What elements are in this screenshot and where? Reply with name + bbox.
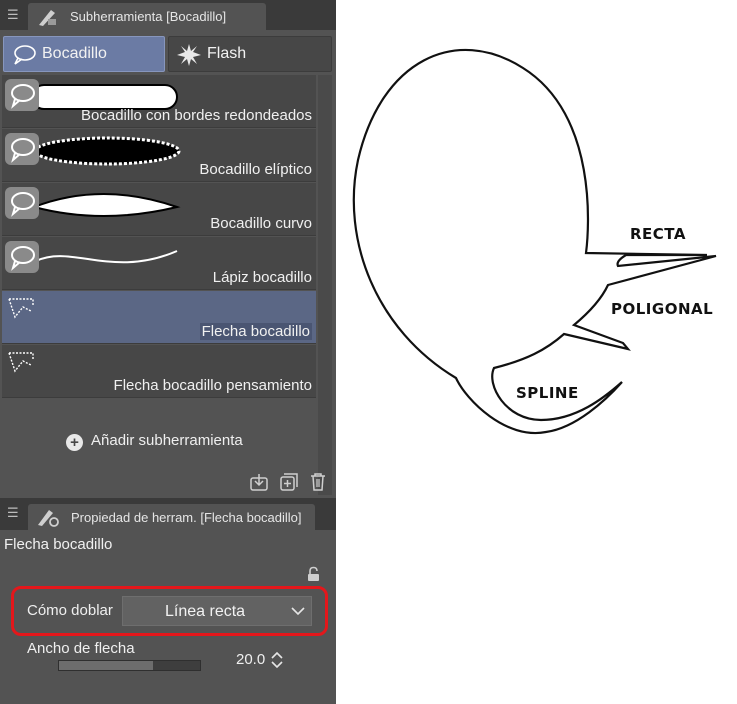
balloon-tail-icon <box>8 352 34 373</box>
add-subtool-label: Añadir subherramienta <box>91 432 243 449</box>
subtool-item-label: Bocadillo curvo <box>210 215 312 232</box>
subtool-tab-title: Subherramienta [Bocadillo] <box>70 9 227 24</box>
subtool-item-label: Bocadillo con bordes redondeados <box>81 107 312 124</box>
bend-method-value: Línea recta <box>165 603 246 620</box>
add-subtool-button[interactable]: + Añadir subherramienta <box>66 432 243 451</box>
property-tab[interactable]: Propiedad de herram. [Flecha bocadillo] <box>28 504 315 530</box>
subtool-item-label: Flecha bocadillo pensamiento <box>113 377 312 394</box>
menu-icon[interactable]: ☰ <box>7 505 21 521</box>
balloon-tail-icon <box>8 298 34 319</box>
subtool-item[interactable]: Lápiz bocadillo <box>2 237 316 290</box>
balloon-tool-icon <box>5 241 39 273</box>
scrollbar[interactable] <box>318 75 332 495</box>
subtool-tabbar: ☰ Subherramienta [Bocadillo] <box>0 0 336 30</box>
subtool-item-label: Flecha bocadillo <box>199 323 312 340</box>
subtool-item-selected[interactable]: Flecha bocadillo <box>2 291 316 344</box>
flash-burst-icon <box>177 44 201 66</box>
curved-balloon-preview <box>30 193 181 217</box>
canvas-label-spline: SPLINE <box>516 384 579 402</box>
bend-method-select[interactable]: Línea recta <box>122 596 312 626</box>
arrow-width-value[interactable]: 20.0 <box>236 651 265 668</box>
group-label: Bocadillo <box>42 45 107 62</box>
subtool-item[interactable]: Bocadillo con bordes redondeados <box>2 75 316 128</box>
bend-method-label: Cómo doblar <box>27 602 113 619</box>
chevron-down-icon <box>291 607 305 616</box>
menu-icon[interactable]: ☰ <box>7 7 21 23</box>
group-label: Flash <box>207 45 247 62</box>
trash-icon[interactable] <box>308 472 328 492</box>
elliptic-balloon-preview <box>33 136 181 166</box>
subtool-item[interactable]: Bocadillo curvo <box>2 183 316 236</box>
tool-property-icon <box>38 510 59 527</box>
drawing-canvas: RECTA POLIGONAL SPLINE <box>352 48 717 435</box>
import-icon[interactable] <box>249 472 269 492</box>
group-bocadillo-button[interactable]: Bocadillo <box>3 36 165 72</box>
subtool-tab[interactable]: Subherramienta [Bocadillo] <box>28 3 266 30</box>
balloon-tool-icon <box>5 133 39 165</box>
canvas-label-polyline: POLIGONAL <box>611 300 713 318</box>
subtool-item-label: Bocadillo elíptico <box>199 161 312 178</box>
plus-icon: + <box>66 434 83 451</box>
property-section-title: Flecha bocadillo <box>4 536 113 553</box>
pencil-balloon-preview <box>35 250 178 264</box>
balloon-tool-icon <box>5 79 39 111</box>
subtool-item-label: Lápiz bocadillo <box>212 269 312 286</box>
subtool-item[interactable]: Bocadillo elíptico <box>2 129 316 182</box>
subtool-panel: ☰ Subherramienta [Bocadillo] Bocadillo F… <box>0 0 336 704</box>
arrow-width-slider[interactable] <box>58 660 201 671</box>
canvas-label-straight: RECTA <box>630 225 686 243</box>
arrow-width-slider-fill <box>59 661 154 670</box>
arrow-width-label: Ancho de flecha <box>27 640 135 657</box>
property-tab-title: Propiedad de herram. [Flecha bocadillo] <box>71 510 302 525</box>
group-flash-button[interactable]: Flash <box>168 36 332 72</box>
speech-balloon-icon <box>14 45 36 65</box>
duplicate-icon[interactable] <box>279 472 299 492</box>
spinner-arrows-icon[interactable] <box>270 650 284 670</box>
balloon-tool-icon <box>5 187 39 219</box>
pen-tool-icon <box>39 10 56 26</box>
subtool-item[interactable]: Flecha bocadillo pensamiento <box>2 345 316 398</box>
unlock-icon[interactable] <box>306 566 322 582</box>
